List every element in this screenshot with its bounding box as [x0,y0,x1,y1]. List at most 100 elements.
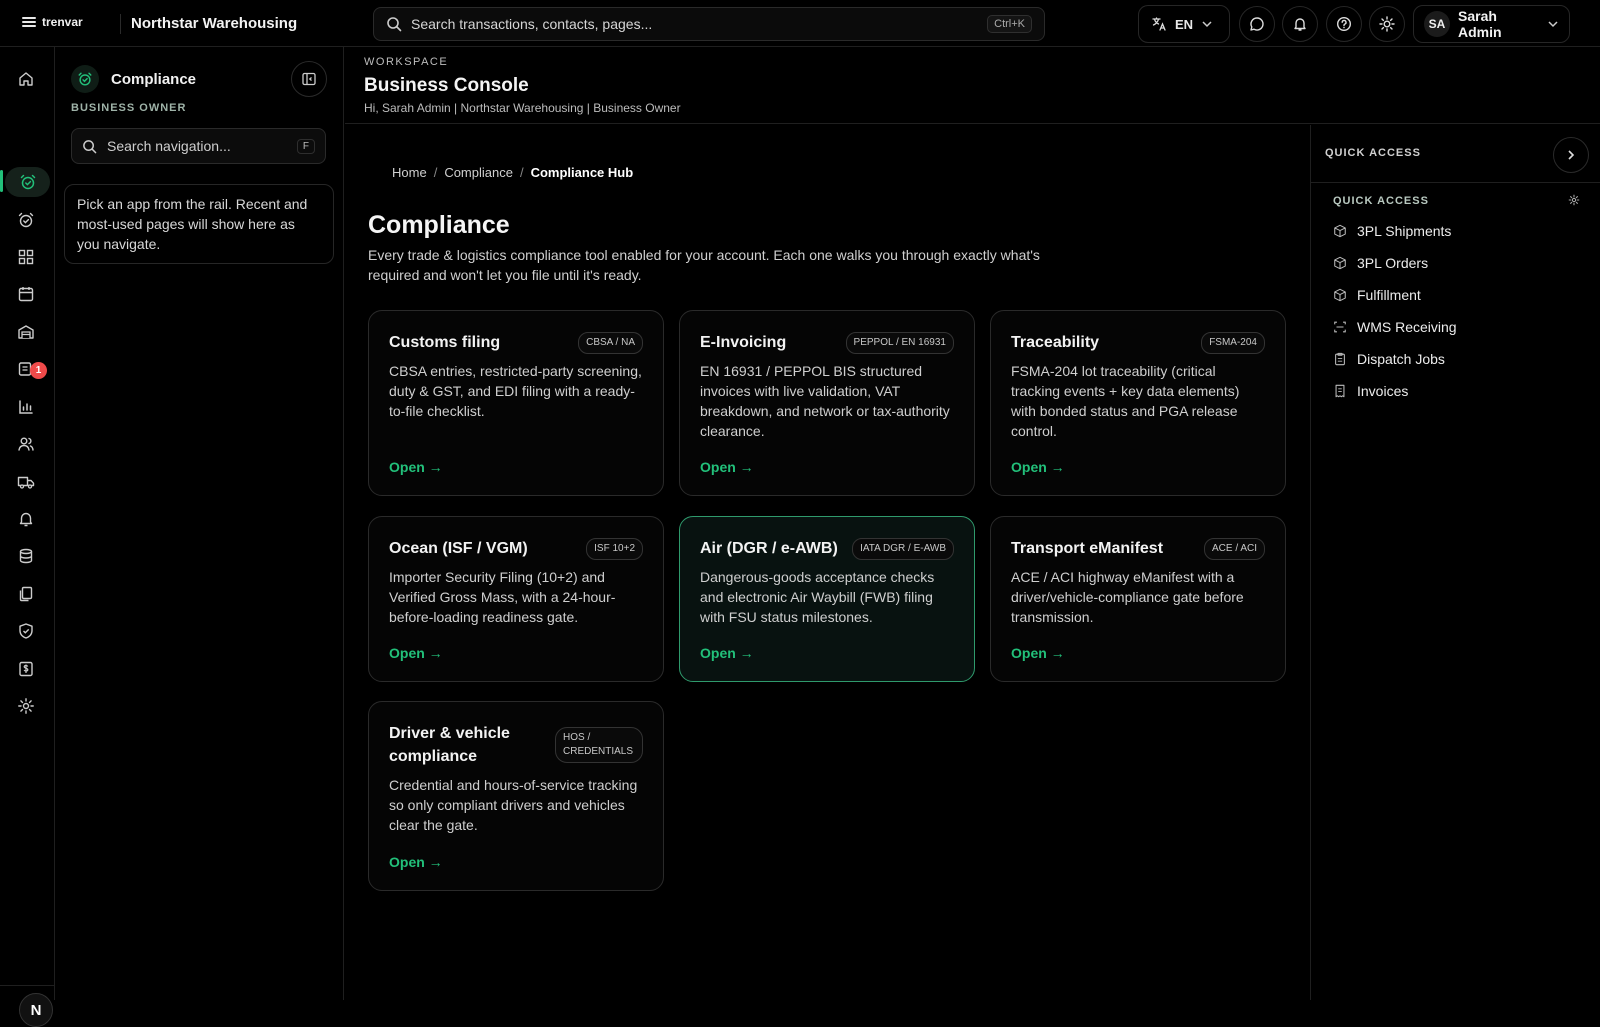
help-button[interactable] [1326,6,1362,42]
breadcrumb-home[interactable]: Home [392,165,427,180]
nav-panel-title: Compliance [111,70,197,88]
card-description: Importer Security Filing (10+2) and Veri… [389,569,616,625]
rail-transport[interactable] [8,467,44,497]
brand-logo[interactable]: trenvar [22,15,83,29]
workspace-label: WORKSPACE [364,56,449,68]
messages-button[interactable] [1239,6,1275,42]
navigation-panel: Compliance BUSINESS OWNER Search navigat… [55,47,344,1000]
open-link[interactable]: Open → [700,645,754,661]
breadcrumb: Home / Compliance / Compliance Hub [392,165,633,180]
theme-toggle-button[interactable] [1369,6,1405,42]
active-indicator [0,170,3,192]
box-icon [1334,256,1346,270]
card-e-invoicing[interactable]: E-Invoicing PEPPOL / EN 16931 EN 16931 /… [679,310,975,496]
user-name: Sarah Admin [1458,8,1502,40]
console-subtitle: Hi, Sarah Admin | Northstar Warehousing … [364,101,681,115]
card-traceability[interactable]: Traceability FSMA-204 FSMA-204 lot trace… [990,310,1286,496]
quick-access-section-title: QUICK ACCESS [1333,195,1429,207]
quick-access-header: QUICK ACCESS [1325,147,1421,159]
collapse-panel-button[interactable] [291,61,327,97]
documents-icon [19,586,33,602]
open-link[interactable]: Open → [389,645,443,661]
console-title: Business Console [364,75,529,96]
open-link[interactable]: Open → [1011,459,1065,475]
rail-warehouse[interactable] [8,317,44,347]
card-description: ACE / ACI highway eManifest with a drive… [1011,569,1244,625]
quick-access-panel: QUICK ACCESS QUICK ACCESS 3PL Shipments … [1311,125,1600,1000]
rail-security[interactable] [8,616,44,646]
quick-access-toggle[interactable] [1553,137,1589,173]
alarm-check-icon [71,65,99,93]
divider [0,985,55,986]
app-rail: 1 N [0,47,55,1027]
avatar: SA [1424,11,1450,37]
language-selector[interactable]: EN [1138,5,1230,43]
search-input[interactable]: Search transactions, contacts, pages... [411,16,978,32]
rail-alarms[interactable] [8,205,44,235]
org-name[interactable]: Northstar Warehousing [131,15,297,32]
rail-alerts[interactable] [8,504,44,534]
quick-access-item[interactable]: Invoices [1333,375,1457,407]
rail-home[interactable] [8,64,44,94]
card-transport-emanifest[interactable]: Transport eManifest ACE / ACI ACE / ACI … [990,516,1286,682]
workspace-avatar[interactable]: N [19,993,53,1027]
nav-hint: Pick an app from the rail. Recent and mo… [64,184,334,264]
card-description: CBSA entries, restricted-party screening… [389,363,642,419]
logo-text: trenvar [42,15,83,29]
quick-access-label: WMS Receiving [1357,319,1457,335]
users-icon [18,437,34,451]
user-menu[interactable]: SA Sarah Admin [1413,5,1570,43]
sun-icon [1379,16,1395,32]
scan-icon [1334,321,1346,333]
rail-contacts[interactable] [8,429,44,459]
notifications-button[interactable] [1282,6,1318,42]
database-icon [19,548,33,564]
rail-analytics[interactable] [8,392,44,422]
card-air[interactable]: Air (DGR / e-AWB) IATA DGR / E-AWB Dange… [679,516,975,682]
quick-access-item[interactable]: 3PL Shipments [1333,215,1457,247]
breadcrumb-current: Compliance Hub [530,165,634,180]
rail-compliance[interactable] [5,167,50,197]
global-search[interactable]: Search transactions, contacts, pages... … [373,7,1045,41]
rail-documents[interactable] [8,579,44,609]
rail-settings[interactable] [8,691,44,721]
card-driver-vehicle[interactable]: Driver & vehicle compliance HOS / CREDEN… [368,701,664,891]
page-title: Compliance [368,211,510,239]
quick-access-item[interactable]: 3PL Orders [1333,247,1457,279]
bar-chart-icon [19,400,33,414]
card-description: Credential and hours-of-service tracking… [389,777,638,833]
open-link[interactable]: Open → [389,854,443,870]
rail-billing[interactable] [8,654,44,684]
quick-access-item[interactable]: Dispatch Jobs [1333,343,1457,375]
nav-search[interactable]: Search navigation... F [71,128,326,164]
card-tag: IATA DGR / E-AWB [852,538,954,560]
chevron-down-icon [1202,21,1212,28]
open-link[interactable]: Open → [1011,645,1065,661]
card-description: Dangerous-goods acceptance checks and el… [700,569,935,625]
rail-dashboard[interactable] [8,242,44,272]
open-link[interactable]: Open → [700,459,754,475]
card-customs-filing[interactable]: Customs filing CBSA / NA CBSA entries, r… [368,310,664,496]
card-tag: HOS / CREDENTIALS [555,727,643,763]
chevron-right-icon [1568,150,1575,160]
quick-access-item[interactable]: WMS Receiving [1333,311,1457,343]
alarm-check-icon [20,174,35,190]
card-tag: ISF 10+2 [586,538,643,560]
breadcrumb-separator: / [519,165,524,180]
card-tag: PEPPOL / EN 16931 [845,332,954,354]
breadcrumb-compliance[interactable]: Compliance [444,165,513,180]
quick-access-item[interactable]: Fulfillment [1333,279,1457,311]
role-label: BUSINESS OWNER [71,102,187,114]
card-description: EN 16931 / PEPPOL BIS structured invoice… [700,363,950,439]
bell-icon [19,512,33,527]
card-ocean[interactable]: Ocean (ISF / VGM) ISF 10+2 Importer Secu… [368,516,664,682]
rail-calendar[interactable] [8,279,44,309]
search-icon [387,17,402,32]
nav-search-input[interactable]: Search navigation... [107,138,287,154]
open-link[interactable]: Open → [389,459,443,475]
box-icon [1334,224,1346,238]
clipboard-icon [1335,352,1345,366]
rail-database[interactable] [8,541,44,571]
quick-access-settings[interactable] [1568,194,1580,206]
search-icon [83,139,97,153]
